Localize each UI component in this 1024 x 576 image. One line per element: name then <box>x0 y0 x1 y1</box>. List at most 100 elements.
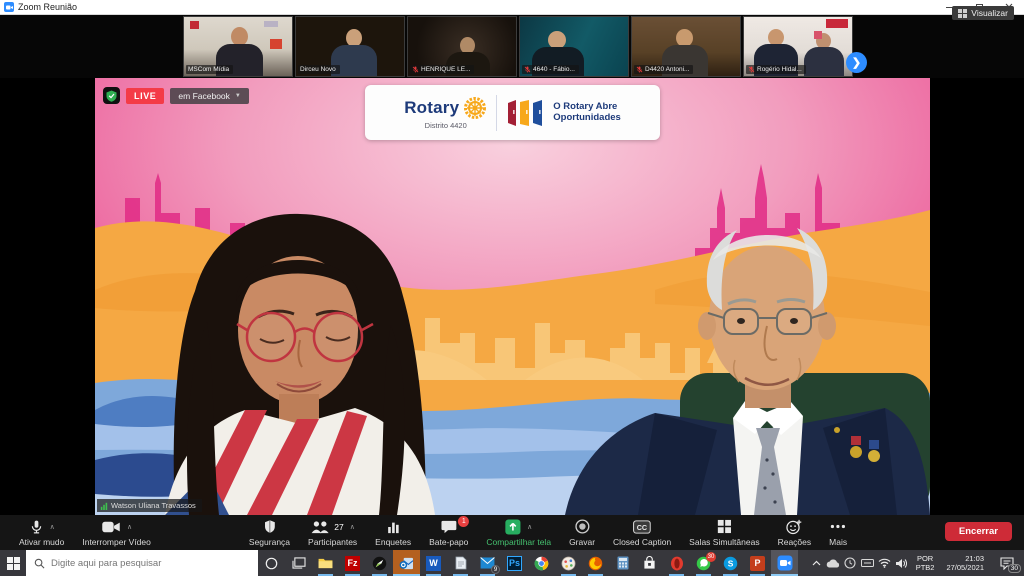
live-location-dropdown[interactable]: em Facebook ▼ <box>170 88 248 104</box>
calculator-icon <box>617 556 629 570</box>
start-button[interactable] <box>0 550 26 576</box>
zoom-taskbar-button[interactable] <box>771 550 798 576</box>
main-video-feed: Rotary Distrito 4420 O Rotary Abre <box>95 78 930 515</box>
participants-icon <box>310 520 330 534</box>
filezilla-button[interactable]: Fz <box>339 550 366 576</box>
language-indicator[interactable]: POR PTB2 <box>910 554 941 573</box>
task-view-button[interactable] <box>285 550 312 576</box>
cc-icon: CC <box>633 520 651 534</box>
document-icon <box>455 556 467 570</box>
record-button[interactable]: Gravar <box>560 515 604 550</box>
microphone-icon <box>29 519 44 535</box>
chat-button[interactable]: 1 Bate-papo <box>420 515 477 550</box>
outlook-button[interactable] <box>393 550 420 576</box>
reactions-button[interactable]: Reações <box>769 515 821 550</box>
whatsapp-badge: 30 <box>706 552 716 562</box>
filezilla-icon: Fz <box>348 558 358 568</box>
participants-chevron[interactable]: ∧ <box>350 523 355 531</box>
participant-name: D4420 Antoni... <box>645 66 689 73</box>
participant-name: Rogério Hidal... <box>757 66 802 73</box>
closed-caption-label: Closed Caption <box>613 537 671 547</box>
share-screen-button[interactable]: ∧ Compartilhar tela <box>477 515 560 550</box>
more-dots-icon <box>830 524 846 529</box>
photoshop-icon: Ps <box>509 558 520 568</box>
thumbnail-dirceu-novo[interactable]: Dirceu Novo <box>295 16 405 77</box>
store-bag-icon <box>643 556 656 570</box>
stop-video-button[interactable]: ∧ Interromper Vídeo <box>73 515 160 550</box>
volume-icon[interactable] <box>893 550 910 576</box>
clock-tray-icon[interactable] <box>842 550 859 576</box>
record-icon <box>575 519 590 534</box>
word-button[interactable]: W <box>420 550 447 576</box>
zoom-icon <box>777 555 793 571</box>
pen-tablet-icon[interactable] <box>859 550 876 576</box>
mail-button[interactable]: 9 <box>474 550 501 576</box>
rotary-district: Distrito 4420 <box>425 121 467 130</box>
participant-name: Dirceu Novo <box>300 66 336 73</box>
calculator-button[interactable] <box>609 550 636 576</box>
audio-level-icon <box>100 502 108 510</box>
participant-strip: MSCom Mídia Dirceu Novo HENRIQUE LE... 4… <box>0 15 1024 78</box>
chat-icon <box>441 520 457 534</box>
polls-label: Enquetes <box>375 537 411 547</box>
visualizar-button[interactable]: Visualizar <box>952 6 1014 20</box>
grid-view-icon <box>958 9 967 18</box>
security-shield-badge[interactable] <box>103 87 120 104</box>
paint-button[interactable] <box>555 550 582 576</box>
skype-icon: S <box>723 556 738 571</box>
wifi-icon[interactable] <box>876 550 893 576</box>
mute-button[interactable]: ∧ Ativar mudo <box>10 515 73 550</box>
store-button[interactable] <box>636 550 663 576</box>
powerpoint-button[interactable]: P <box>744 550 771 576</box>
thumbnail-henrique[interactable]: HENRIQUE LE... <box>407 16 517 77</box>
svg-text:S: S <box>728 558 734 568</box>
notepad-button[interactable] <box>447 550 474 576</box>
cortana-icon <box>265 557 278 570</box>
video-options-chevron[interactable]: ∧ <box>127 523 132 531</box>
thumbnail-fabio[interactable]: 4640 - Fábio... <box>519 16 629 77</box>
rotary-banner: Rotary Distrito 4420 O Rotary Abre <box>365 85 660 140</box>
security-button[interactable]: Segurança <box>240 515 299 550</box>
onedrive-icon[interactable] <box>825 550 842 576</box>
firefox-button[interactable] <box>582 550 609 576</box>
closed-caption-button[interactable]: CC Closed Caption <box>604 515 680 550</box>
muted-mic-icon <box>636 66 643 73</box>
file-explorer-icon <box>318 557 333 569</box>
word-icon: W <box>429 558 438 568</box>
end-meeting-button[interactable]: Encerrar <box>945 522 1012 541</box>
palette-icon <box>561 556 576 571</box>
file-explorer-button[interactable] <box>312 550 339 576</box>
taskbar-clock[interactable]: 21:03 27/05/2021 <box>940 554 990 573</box>
polls-button[interactable]: Enquetes <box>366 515 420 550</box>
whatsapp-button[interactable]: 30 <box>690 550 717 576</box>
participants-button[interactable]: 27 ∧ Participantes <box>299 515 366 550</box>
taskbar-search[interactable] <box>26 550 258 576</box>
mute-options-chevron[interactable]: ∧ <box>50 523 55 531</box>
dark-circle-app-button[interactable] <box>366 550 393 576</box>
live-location-label: em Facebook <box>178 91 230 101</box>
search-input[interactable] <box>51 558 231 569</box>
action-center-button[interactable]: 30 <box>990 550 1024 576</box>
chrome-icon <box>534 556 549 571</box>
outlook-icon <box>399 557 414 570</box>
share-options-chevron[interactable]: ∧ <box>527 523 532 531</box>
hidden-icons-chevron[interactable] <box>808 550 825 576</box>
participants-label: Participantes <box>308 537 357 547</box>
skype-button[interactable]: S <box>717 550 744 576</box>
more-button[interactable]: Mais <box>820 515 856 550</box>
thumbnail-mscom-midia[interactable]: MSCom Mídia <box>183 16 293 77</box>
rotary-wordmark: Rotary <box>404 98 459 118</box>
next-page-arrow-button[interactable]: ❯ <box>846 52 867 73</box>
rotary-wheel-icon <box>463 96 487 120</box>
thumbnail-rogerio[interactable]: Rogério Hidal... <box>743 16 853 77</box>
breakout-rooms-button[interactable]: Salas Simultâneas <box>680 515 768 550</box>
photoshop-button[interactable]: Ps <box>501 550 528 576</box>
chrome-button[interactable] <box>528 550 555 576</box>
notification-count: 30 <box>1008 564 1021 573</box>
cortana-button[interactable] <box>258 550 285 576</box>
opera-button[interactable] <box>663 550 690 576</box>
mail-badge: 9 <box>491 565 500 574</box>
zoom-app-icon <box>4 2 14 12</box>
thumbnail-antonio[interactable]: D4420 Antoni... <box>631 16 741 77</box>
live-badge: LIVE <box>126 88 164 104</box>
